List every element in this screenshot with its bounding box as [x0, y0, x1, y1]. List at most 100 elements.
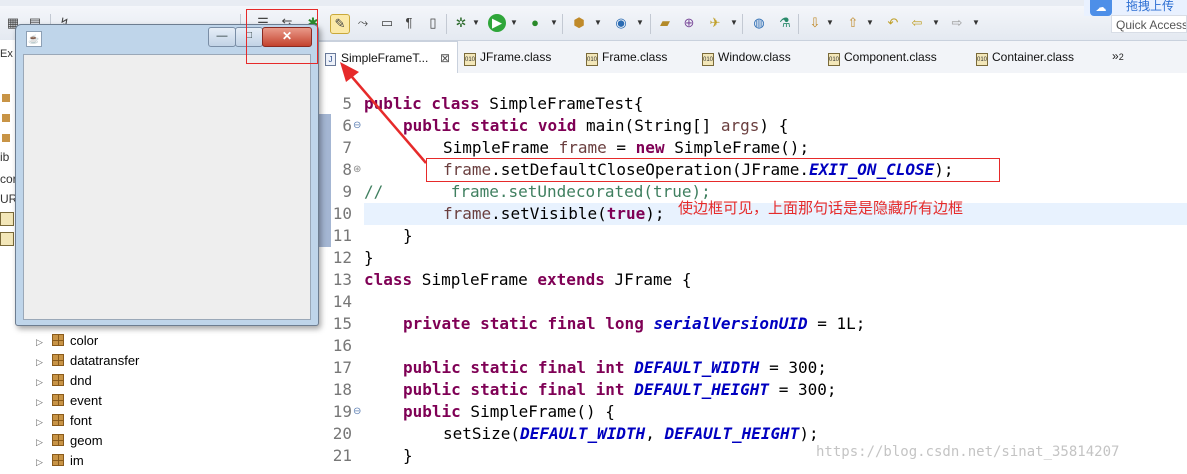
- expand-arrow-icon[interactable]: ▷: [36, 372, 48, 392]
- code-line[interactable]: SimpleFrame frame = new SimpleFrame();: [443, 137, 809, 159]
- java-file-icon: J: [325, 53, 336, 66]
- next-annotation-dropdown-icon[interactable]: ▼: [826, 16, 834, 30]
- explorer-clipped-label: ib: [0, 150, 10, 164]
- prev-annotation-dropdown-icon[interactable]: ▼: [866, 16, 874, 30]
- line-number: 9: [342, 182, 352, 201]
- class-file-icon: 010: [586, 53, 598, 66]
- package-icon: [2, 94, 10, 102]
- code-line[interactable]: public static final int DEFAULT_WIDTH = …: [403, 357, 827, 379]
- line-number: 13: [332, 270, 352, 289]
- toggle-breadcrumb-icon[interactable]: ⚗: [776, 14, 794, 32]
- open-task-icon[interactable]: ⊕: [680, 14, 698, 32]
- java-cup-icon: ☕: [26, 31, 42, 47]
- line-number: 17: [332, 358, 352, 377]
- back-dropdown-icon[interactable]: ▼: [932, 16, 940, 30]
- next-edit-icon[interactable]: ⤳: [354, 14, 372, 32]
- code-line[interactable]: frame.setVisible(true);: [443, 203, 665, 225]
- swing-frame-window[interactable]: ☕ — □ ✕: [15, 24, 319, 326]
- tab-window-class[interactable]: 010 Window.class: [702, 41, 791, 73]
- fold-toggle-icon[interactable]: ⊖: [353, 115, 361, 137]
- block-select-icon[interactable]: ▭: [378, 14, 396, 32]
- expand-arrow-icon[interactable]: ▷: [36, 352, 48, 372]
- run-icon[interactable]: ▶: [488, 14, 506, 32]
- run-dropdown-icon[interactable]: ▼: [510, 16, 518, 30]
- annotation-box-window-buttons: [246, 9, 318, 64]
- annotation-note: 使边框可见，上面那句话是是隐藏所有边框: [678, 200, 964, 217]
- frame-content-pane: [23, 54, 311, 320]
- line-number: 21: [332, 446, 352, 465]
- code-line[interactable]: public static final int DEFAULT_HEIGHT =…: [403, 379, 837, 401]
- next-annotation-icon[interactable]: ⇩: [806, 14, 824, 32]
- package-item-font[interactable]: ▷ font: [36, 411, 92, 431]
- globe-icon[interactable]: ◍: [750, 14, 768, 32]
- back-icon[interactable]: ⇦: [908, 14, 926, 32]
- class-file-icon: 010: [702, 53, 714, 66]
- override-marker-icon: ⊛: [353, 164, 362, 175]
- package-item-datatransfer[interactable]: ▷ datatransfer: [36, 351, 139, 371]
- upload-label[interactable]: 拖拽上传: [1126, 0, 1174, 12]
- expand-arrow-icon[interactable]: ▷: [36, 332, 48, 352]
- package-item-im[interactable]: ▷ im: [36, 451, 84, 471]
- line-number: 12: [332, 248, 352, 267]
- package-icon: [52, 374, 64, 386]
- code-line[interactable]: }: [403, 225, 413, 247]
- package-icon: [52, 394, 64, 406]
- package-icon: [52, 354, 64, 366]
- annotation-box-code-line: [426, 158, 1000, 182]
- code-line[interactable]: }: [364, 247, 374, 269]
- line-number: 15: [332, 314, 352, 333]
- class-file-icon: 010: [976, 53, 988, 66]
- new-class-dropdown-icon[interactable]: ▼: [636, 16, 644, 30]
- expand-arrow-icon[interactable]: ▷: [36, 392, 48, 412]
- show-whitespace-icon[interactable]: ¶: [400, 14, 418, 32]
- package-item-geom[interactable]: ▷ geom: [36, 431, 103, 451]
- tab-simpleframetest[interactable]: J SimpleFrameT... ⊠: [318, 41, 458, 73]
- debug-dropdown-icon[interactable]: ▼: [472, 16, 480, 30]
- package-icon: [2, 114, 10, 122]
- minimize-button[interactable]: —: [208, 27, 236, 47]
- line-number: 10: [332, 204, 352, 223]
- quick-access-input[interactable]: Quick Access: [1111, 15, 1187, 33]
- close-icon[interactable]: ⊠: [440, 42, 450, 74]
- code-line[interactable]: class SimpleFrame extends JFrame {: [364, 269, 692, 291]
- package-item-color[interactable]: ▷ color: [36, 331, 98, 351]
- tab-container-class[interactable]: 010 Container.class: [976, 41, 1074, 73]
- external-tools-dropdown-icon[interactable]: ▼: [550, 16, 558, 30]
- line-number: 18: [332, 380, 352, 399]
- code-line[interactable]: public SimpleFrame() {: [403, 401, 615, 423]
- external-tools-icon[interactable]: ●: [526, 14, 544, 32]
- code-line[interactable]: }: [403, 445, 413, 467]
- tab-component-class[interactable]: 010 Component.class: [828, 41, 937, 73]
- code-line[interactable]: public class SimpleFrameTest{: [364, 93, 643, 115]
- code-line[interactable]: setSize(DEFAULT_WIDTH, DEFAULT_HEIGHT);: [443, 423, 819, 445]
- search-dropdown-icon[interactable]: ▼: [730, 16, 738, 30]
- expand-arrow-icon[interactable]: ▷: [36, 412, 48, 432]
- tab-frame-class[interactable]: 010 Frame.class: [586, 41, 667, 73]
- forward-dropdown-icon[interactable]: ▼: [972, 16, 980, 30]
- forward-icon[interactable]: ⇨: [948, 14, 966, 32]
- line-number: 8: [342, 160, 352, 179]
- explorer-tab-clipped[interactable]: Ex: [0, 48, 13, 60]
- code-line[interactable]: private static final long serialVersionU…: [403, 313, 865, 335]
- cloud-upload-icon[interactable]: ☁: [1090, 0, 1112, 16]
- pilcrow-icon[interactable]: ▯: [424, 14, 442, 32]
- new-class-icon[interactable]: ◉: [612, 14, 630, 32]
- bug-icon[interactable]: ✲: [452, 14, 470, 32]
- new-package-icon[interactable]: ⬢: [570, 14, 588, 32]
- fold-toggle-icon[interactable]: ⊖: [353, 401, 361, 423]
- prev-annotation-icon[interactable]: ⇧: [844, 14, 862, 32]
- tab-overflow-button[interactable]: »2: [1112, 41, 1124, 72]
- code-line[interactable]: public static void main(String[] args) {: [403, 115, 788, 137]
- package-item-event[interactable]: ▷ event: [36, 391, 102, 411]
- highlight-icon[interactable]: ✎: [330, 14, 350, 34]
- last-edit-icon[interactable]: ↶: [884, 14, 902, 32]
- expand-arrow-icon[interactable]: ▷: [36, 432, 48, 452]
- code-line-comment[interactable]: // frame.setUndecorated(true);: [364, 181, 711, 203]
- editor-tab-bar: J SimpleFrameT... ⊠ 010 JFrame.class 010 Fr…: [318, 41, 1187, 74]
- tab-jframe-class[interactable]: 010 JFrame.class: [464, 41, 551, 73]
- search-icon[interactable]: ✈: [706, 14, 724, 32]
- package-item-dnd[interactable]: ▷ dnd: [36, 371, 92, 391]
- open-type-icon[interactable]: ▰: [656, 14, 674, 32]
- expand-arrow-icon[interactable]: ▷: [36, 452, 48, 472]
- new-package-dropdown-icon[interactable]: ▼: [594, 16, 602, 30]
